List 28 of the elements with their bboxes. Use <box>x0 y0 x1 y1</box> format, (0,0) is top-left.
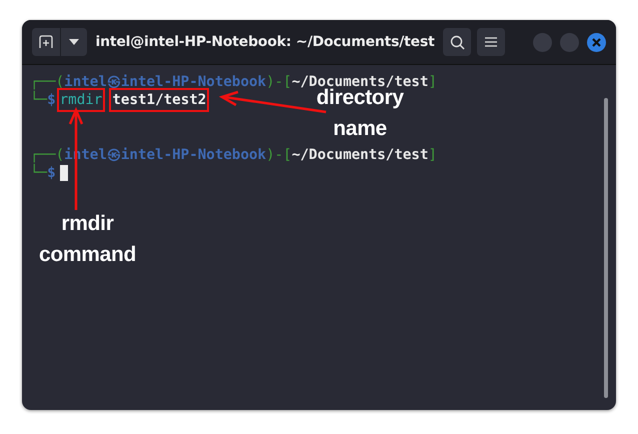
user-host: intel㉿intel-HP-Notebook <box>64 73 266 92</box>
menu-icon <box>485 37 497 47</box>
new-tab-icon <box>39 35 53 49</box>
caret-icon <box>69 39 79 45</box>
prompt-frame: )-[ <box>266 146 292 164</box>
current-path: ~/Documents/test <box>292 146 428 164</box>
close-icon <box>592 38 601 46</box>
prompt-frame: ┌──( <box>30 146 64 164</box>
close-button[interactable] <box>587 32 606 52</box>
prompt-sign: $ <box>47 164 56 182</box>
argument-text: test1/test2 <box>112 91 206 110</box>
window-title: intel@intel-HP-Notebook: ~/Documents/test <box>94 34 436 50</box>
text-cursor <box>60 165 68 182</box>
prompt-frame: └─ <box>30 164 48 182</box>
annotation-label: rmdir command <box>38 211 138 268</box>
menu-button[interactable] <box>477 28 505 56</box>
command-text: rmdir <box>60 91 102 110</box>
prompt-frame: )-[ <box>266 73 292 92</box>
prompt-sign: $ <box>47 92 56 110</box>
search-icon <box>450 34 464 50</box>
prompt-frame: ┌──( <box>30 73 64 92</box>
prompt-frame: ] <box>428 73 437 92</box>
prompt-frame: ] <box>428 146 437 164</box>
scrollbar[interactable] <box>604 98 608 398</box>
search-button[interactable] <box>443 28 471 56</box>
prompt-frame: └─ <box>30 91 48 110</box>
new-tab-button[interactable] <box>32 28 60 56</box>
dropdown-button[interactable] <box>61 28 87 56</box>
